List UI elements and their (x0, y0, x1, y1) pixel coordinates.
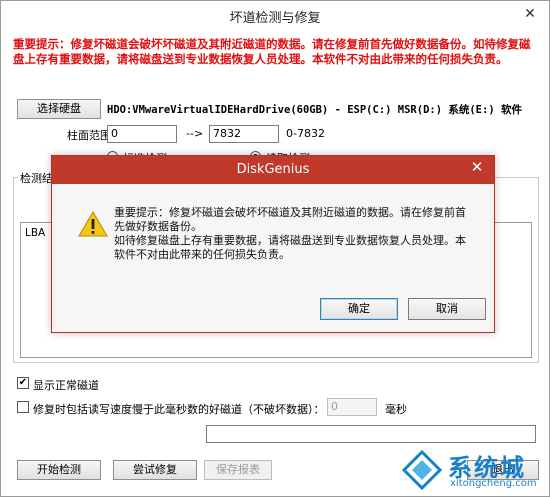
dialog-message: 重要提示：修复坏磁道会破坏坏磁道及其附近磁道的数据。请在修复前首先做好数据备份。… (114, 206, 474, 262)
window-title: 坏道检测与修复 (229, 11, 321, 26)
watermark-logo-icon (401, 449, 443, 491)
dialog-message-line-2: 如待修复磁盘上存有重要数据，请将磁盘送到专业数据恢复人员处理。本软件不对由此带来… (114, 234, 466, 261)
window-close-icon[interactable]: ✕ (519, 5, 541, 23)
dialog-close-icon[interactable]: ✕ (460, 156, 494, 178)
window-titlebar: 坏道检测与修复 ✕ (1, 1, 549, 29)
show-normal-checkbox[interactable]: ✔ (17, 377, 29, 389)
range-to-input[interactable]: 7832 (209, 125, 279, 143)
column-lba[interactable]: LBA (25, 227, 45, 239)
show-normal-label: 显示正常磁道 (33, 379, 99, 392)
watermark-site: xitongcheng.com (450, 478, 537, 489)
dialog-titlebar: DiskGenius ✕ (52, 156, 494, 184)
ok-button[interactable]: 确定 (320, 298, 398, 320)
try-repair-button[interactable]: 尝试修复 (113, 460, 197, 480)
save-report-button[interactable]: 保存报表 (204, 460, 272, 480)
confirm-dialog: DiskGenius ✕ 重要提示：修复坏磁道会破坏坏磁道及其附近磁道的数据。请… (51, 155, 495, 333)
ms-unit-label: 毫秒 (385, 403, 407, 416)
dialog-title: DiskGenius (236, 162, 310, 177)
include-slow-checkbox[interactable] (17, 401, 29, 413)
range-from-input[interactable]: 0 (107, 125, 177, 143)
watermark: 系统城 xitongcheng.com (398, 444, 550, 497)
progress-field (206, 425, 536, 443)
range-arrow: --> (186, 127, 204, 140)
range-hint: 0-7832 (286, 127, 325, 140)
warning-text: 重要提示：修复坏磁道会破坏坏磁道及其附近磁道的数据。请在修复前首先做好数据备份。… (13, 37, 531, 66)
disk-info: HDO:VMwareVirtualIDEHardDrive(60GB) - ES… (107, 104, 522, 116)
warning-icon (78, 211, 108, 237)
ms-threshold-input[interactable]: 0 (327, 398, 377, 416)
start-check-button[interactable]: 开始检测 (17, 460, 101, 480)
include-slow-label: 修复时包括读写速度慢于此毫秒数的好磁道（不破坏数据）： (33, 403, 325, 416)
cancel-button[interactable]: 取消 (408, 298, 486, 320)
dialog-body: 重要提示：修复坏磁道会破坏坏磁道及其附近磁道的数据。请在修复前首先做好数据备份。… (56, 184, 490, 330)
select-disk-button[interactable]: 选择硬盘 (17, 99, 101, 119)
dialog-message-line-1: 重要提示：修复坏磁道会破坏坏磁道及其附近磁道的数据。请在修复前首先做好数据备份。 (114, 206, 466, 233)
